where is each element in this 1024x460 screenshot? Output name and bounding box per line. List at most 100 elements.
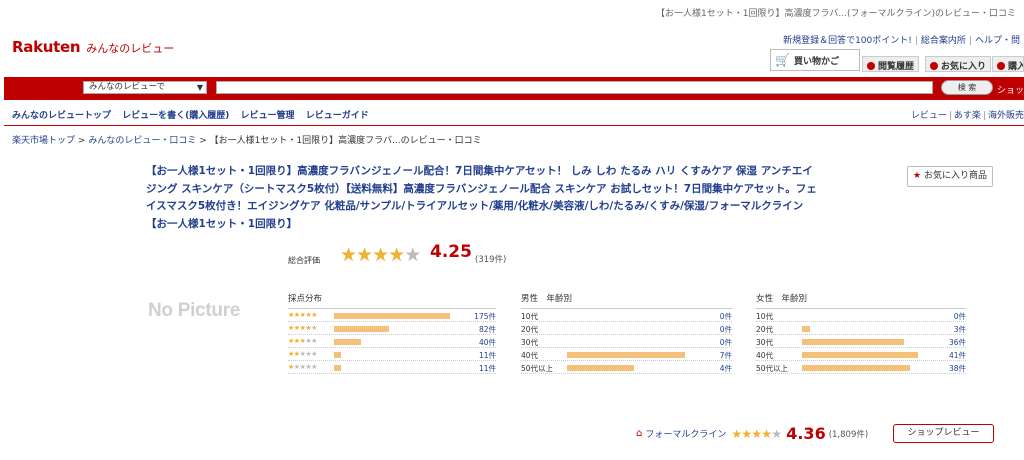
star-icon: ★ bbox=[311, 337, 317, 345]
row-count[interactable]: 82件 bbox=[479, 324, 496, 335]
breadcrumb: 楽天市場トップ > みんなのレビュー・口コミ > 【お一人様1セット・1回限り】… bbox=[12, 136, 482, 146]
tab-history[interactable]: 閲覧履歴 bbox=[862, 56, 920, 72]
star-icon: ★ bbox=[311, 363, 317, 371]
star-icon: ★ bbox=[311, 350, 317, 358]
page-title-top: 【お一人様1セット・1回限り】高濃度フラバ...(フォーマルクライン)のレビュー… bbox=[656, 9, 1016, 19]
nav-review-guide[interactable]: レビューガイド bbox=[306, 111, 369, 121]
male-age-panel: 男性 年齢別 10代 0件 20代 0件 30代 0件 40代 7件 50代以上 4件 bbox=[521, 292, 732, 374]
count-bar bbox=[334, 339, 361, 345]
tab-purchases[interactable]: 購入 bbox=[992, 56, 1024, 72]
row-label: 20代 bbox=[521, 325, 539, 334]
distribution-row: ★★★★★ 82件 bbox=[288, 322, 496, 335]
row-stars: ★★★★★ bbox=[288, 350, 317, 358]
bullet-icon bbox=[867, 62, 875, 70]
row-count[interactable]: 11件 bbox=[479, 350, 496, 361]
distribution-row: ★★★★★ 11件 bbox=[288, 348, 496, 361]
distribution-row: 30代 36件 bbox=[756, 335, 966, 348]
star-icon: ★ bbox=[311, 324, 317, 332]
star-icon: ★ bbox=[388, 244, 405, 266]
bullet-icon bbox=[930, 62, 938, 70]
breadcrumb-current: 【お一人様1セット・1回限り】高濃度フラバ...のレビュー・口コミ bbox=[209, 136, 482, 146]
brand-sub-logo: みんなのレビュー bbox=[86, 42, 175, 55]
row-label: 10代 bbox=[521, 312, 539, 321]
row-count[interactable]: 0件 bbox=[720, 337, 732, 348]
house-icon: ⌂ bbox=[636, 428, 643, 439]
nav-review-manage[interactable]: レビュー管理 bbox=[241, 111, 295, 121]
row-label: 40代 bbox=[756, 351, 774, 360]
row-stars: ★★★★★ bbox=[288, 324, 317, 332]
register-link[interactable]: 新規登録＆回答で100ポイント! bbox=[783, 36, 912, 46]
search-scope-select[interactable]: みんなのレビューで ▼ bbox=[83, 81, 207, 94]
count-bar bbox=[334, 313, 450, 319]
count-bar bbox=[334, 365, 341, 371]
count-bar bbox=[802, 339, 904, 345]
breadcrumb-top[interactable]: 楽天市場トップ bbox=[12, 136, 75, 146]
cart-label: 買い物かご bbox=[793, 56, 839, 67]
shop-name-link[interactable]: フォーマルクライン bbox=[645, 427, 726, 440]
distribution-row: 40代 41件 bbox=[756, 348, 966, 361]
row-label: 30代 bbox=[756, 338, 774, 347]
row-count[interactable]: 40件 bbox=[479, 337, 496, 348]
distribution-row: 50代以上 4件 bbox=[521, 361, 732, 374]
row-count[interactable]: 0件 bbox=[720, 311, 732, 322]
row-label: 30代 bbox=[521, 338, 539, 347]
product-title-link[interactable]: 【お一人様1セット・1回限り】高濃度フラバンジェノール配合！7日間集中ケアセット… bbox=[146, 163, 818, 233]
row-count[interactable]: 38件 bbox=[949, 363, 966, 374]
row-count[interactable]: 3件 bbox=[954, 324, 966, 335]
search-input[interactable] bbox=[216, 81, 933, 94]
shop-review-count: (1,809件) bbox=[828, 429, 869, 440]
row-count[interactable]: 175件 bbox=[474, 311, 496, 322]
cart-icon: 🛒 bbox=[775, 53, 790, 67]
tab-favorites[interactable]: お気に入り bbox=[925, 56, 992, 72]
rakuten-logo[interactable]: Rakuten みんなのレビュー bbox=[12, 38, 174, 56]
star-icon: ★ bbox=[751, 426, 762, 441]
brand-logo: Rakuten bbox=[12, 38, 81, 56]
help-center-link[interactable]: 総合案内所 bbox=[921, 36, 966, 46]
score-distribution-header: 採点分布 bbox=[288, 292, 496, 309]
nav-overseas[interactable]: 海外販売 bbox=[988, 111, 1024, 121]
row-stars: ★★★★★ bbox=[288, 363, 317, 371]
nav-review[interactable]: レビュー bbox=[911, 111, 947, 121]
utility-links: 新規登録＆回答で100ポイント! | 総合案内所 | ヘルプ・問 bbox=[783, 36, 1020, 46]
bullet-icon bbox=[997, 62, 1005, 70]
nav-asuraku[interactable]: あす楽 bbox=[954, 111, 981, 121]
sub-navigation: みんなのレビュートップ レビューを書く(購入履歴) レビュー管理 レビューガイド… bbox=[4, 103, 1024, 126]
shop-review-button[interactable]: ショップレビュー bbox=[893, 424, 994, 443]
row-label: 20代 bbox=[756, 325, 774, 334]
row-count[interactable]: 11件 bbox=[479, 363, 496, 374]
distribution-row: 10代 0件 bbox=[756, 309, 966, 322]
count-bar bbox=[802, 365, 910, 371]
nav-write-review[interactable]: レビューを書く(購入履歴) bbox=[122, 111, 229, 121]
row-count[interactable]: 41件 bbox=[949, 350, 966, 361]
count-bar bbox=[334, 326, 389, 332]
row-count[interactable]: 7件 bbox=[720, 350, 732, 361]
star-icon: ★ bbox=[741, 426, 752, 441]
row-stars: ★★★★★ bbox=[288, 337, 317, 345]
row-label: 40代 bbox=[521, 351, 539, 360]
overall-score: 4.25 bbox=[430, 242, 472, 262]
shop-score: 4.36 bbox=[786, 424, 826, 443]
distribution-row: 30代 0件 bbox=[521, 335, 732, 348]
help-link[interactable]: ヘルプ・問 bbox=[975, 36, 1020, 46]
distribution-row: 10代 0件 bbox=[521, 309, 732, 322]
star-icon: ★ bbox=[372, 244, 389, 266]
cart-button[interactable]: 🛒 買い物かご bbox=[770, 49, 860, 71]
overall-review-count[interactable]: (319件) bbox=[475, 253, 506, 265]
count-bar bbox=[567, 352, 685, 358]
shop-search-link[interactable]: ショップ bbox=[997, 83, 1024, 96]
overall-stars: ★★★★★ bbox=[340, 244, 421, 266]
nav-review-top[interactable]: みんなのレビュートップ bbox=[12, 111, 111, 121]
no-picture-placeholder: No Picture bbox=[148, 300, 241, 321]
row-count[interactable]: 0件 bbox=[720, 324, 732, 335]
row-count[interactable]: 4件 bbox=[720, 363, 732, 374]
distribution-row: ★★★★★ 11件 bbox=[288, 361, 496, 374]
breadcrumb-reviews[interactable]: みんなのレビュー・口コミ bbox=[88, 136, 196, 146]
count-bar bbox=[567, 365, 634, 371]
row-count[interactable]: 36件 bbox=[949, 337, 966, 348]
search-button[interactable]: 検 索 bbox=[941, 80, 993, 95]
row-stars: ★★★★★ bbox=[288, 311, 317, 319]
row-count[interactable]: 0件 bbox=[954, 311, 966, 322]
favorite-product-button[interactable]: ★ お気に入り商品 bbox=[907, 166, 993, 187]
count-bar bbox=[802, 326, 810, 332]
star-icon: ★ bbox=[340, 244, 357, 266]
